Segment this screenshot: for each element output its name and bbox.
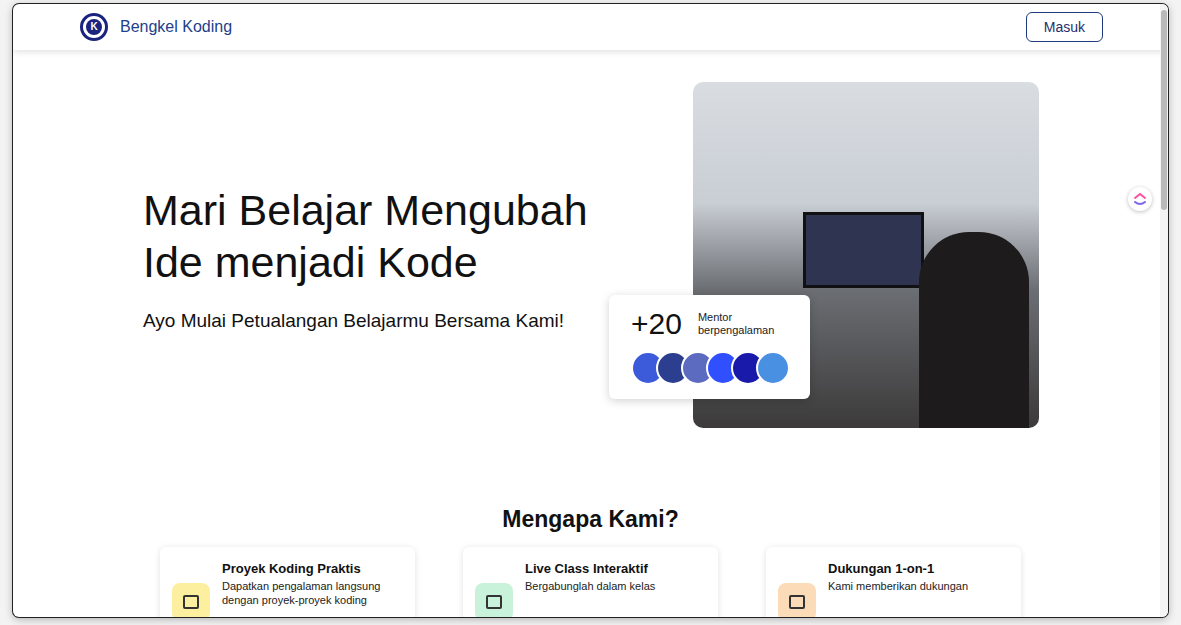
- logo-icon: K: [80, 13, 108, 41]
- mentor-count: +20: [631, 307, 682, 341]
- feature-card: Dukungan 1-on-1 Kami memberikan dukungan: [766, 547, 1021, 617]
- scrollbar[interactable]: [1160, 4, 1168, 617]
- browser-window: K Bengkel Koding Masuk Mari Belajar Menguba…: [13, 4, 1168, 617]
- feature-title: Proyek Koding Praktis: [222, 561, 403, 576]
- navbar: K Bengkel Koding Masuk: [13, 4, 1168, 50]
- brand[interactable]: K Bengkel Koding: [80, 13, 232, 41]
- mentor-card: +20 Mentor berpengalaman: [609, 295, 810, 399]
- feature-description: Dapatkan pengalaman langsung dengan proy…: [222, 579, 403, 607]
- login-button[interactable]: Masuk: [1026, 12, 1103, 42]
- feature-card: Proyek Koding Praktis Dapatkan pengalaman…: [160, 547, 415, 617]
- hero-media: +20Mentor berpengalaman: [693, 82, 1039, 428]
- hero-text: Mari Belajar MengubahIde menjadi Kode Ayo…: [143, 178, 588, 332]
- why-title: Mengapa Kami?: [502, 506, 678, 533]
- feature-card: Live Class Interaktif Bergabunglah dalam …: [463, 547, 718, 617]
- clickup-icon[interactable]: [1128, 187, 1152, 211]
- hero-title: Mari Belajar MengubahIde menjadi Kode: [143, 184, 588, 288]
- feature-title: Live Class Interaktif: [525, 561, 655, 576]
- feature-title: Dukungan 1-on-1: [828, 561, 968, 576]
- feature-list: Proyek Koding Praktis Dapatkan pengalaman…: [160, 547, 1021, 617]
- why-section: Mengapa Kami? Proyek Koding Praktis Dapatk…: [13, 506, 1168, 617]
- feature-icon: [778, 583, 816, 617]
- screenshot-frame: K Bengkel Koding Masuk Mari Belajar Menguba…: [0, 0, 1181, 625]
- feature-icon: [172, 583, 210, 617]
- brand-name[interactable]: Bengkel Koding: [120, 18, 232, 36]
- mentor-label: Mentor berpengalaman: [698, 311, 788, 337]
- scrollbar-thumb[interactable]: [1161, 10, 1167, 210]
- feature-icon: [475, 583, 513, 617]
- feature-description: Bergabunglah dalam kelas: [525, 579, 655, 593]
- hero-section: Mari Belajar MengubahIde menjadi Kode Ayo…: [13, 50, 1168, 428]
- mentor-avatar: [756, 351, 790, 385]
- hero-subtitle: Ayo Mulai Petualangan Belajarmu Bersama …: [143, 310, 588, 332]
- feature-description: Kami memberikan dukungan: [828, 579, 968, 593]
- mentor-avatars: [631, 351, 794, 385]
